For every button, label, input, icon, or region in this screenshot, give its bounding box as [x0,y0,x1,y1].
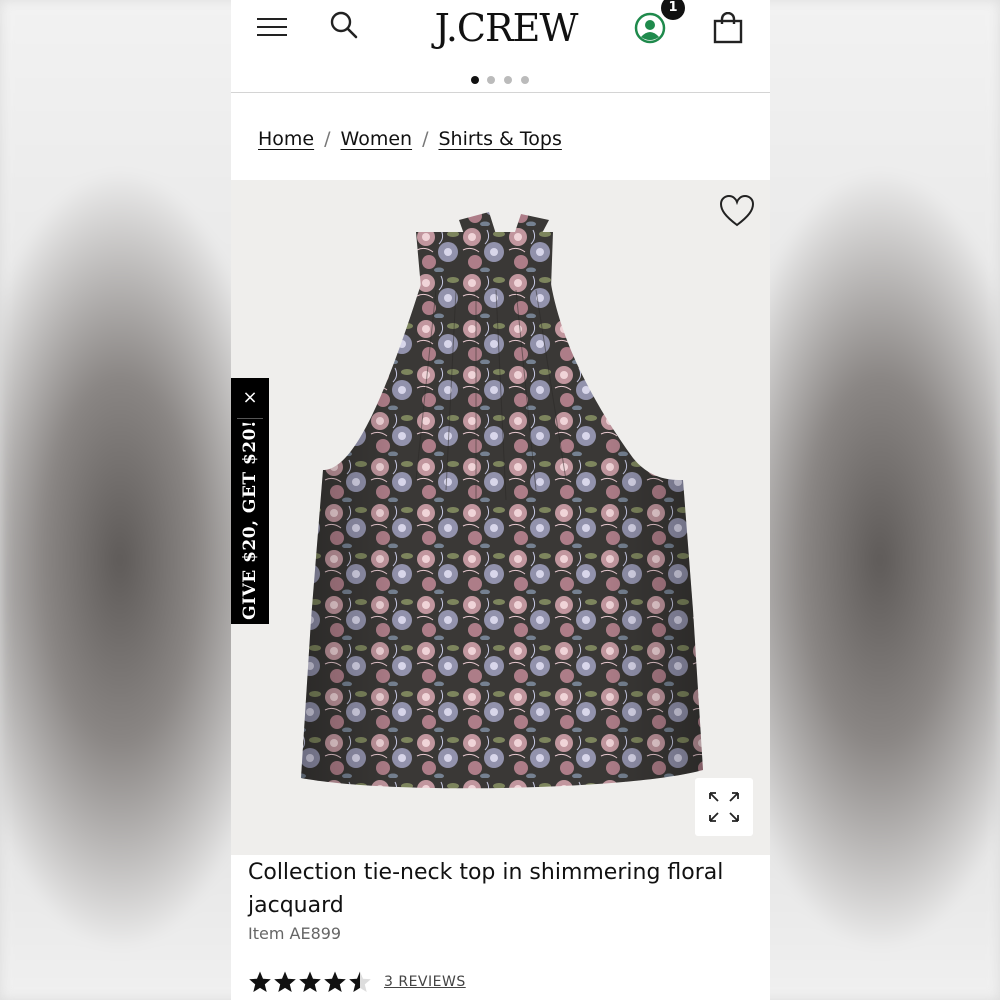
hamburger-menu-icon[interactable] [257,14,289,36]
breadcrumb-separator: / [324,128,331,150]
breadcrumb-women[interactable]: Women [341,128,413,150]
carousel-dot[interactable] [471,76,479,84]
product-rating: 3 REVIEWS [248,968,466,996]
referral-divider [237,418,263,419]
referral-offer-text[interactable]: GIVE $20, GET $20! [240,420,260,620]
expand-arrows-icon [709,792,739,822]
close-icon[interactable]: × [231,378,269,418]
reviews-link[interactable]: 3 REVIEWS [384,974,466,990]
product-image[interactable] [231,180,770,855]
product-item-number: Item AE899 [248,924,342,943]
heart-outline-icon[interactable] [719,194,755,228]
breadcrumb-separator: / [422,128,429,150]
account-icon[interactable] [634,12,666,44]
mobile-page: J.CREW 1 Home / Women / Shirts & Tops × … [231,0,770,1000]
floral-top-illustration [301,212,703,789]
half-star-icon [349,971,371,992]
star-icon [274,971,296,992]
carousel-dot[interactable] [504,76,512,84]
star-rating [248,970,372,994]
shopping-bag-icon[interactable] [713,12,743,44]
account-notification-badge: 1 [661,0,685,20]
product-title: Collection tie-neck top in shimmering fl… [248,860,724,918]
carousel-dot[interactable] [487,76,495,84]
search-icon[interactable] [329,10,359,40]
breadcrumb: Home / Women / Shirts & Tops [258,124,562,154]
star-icon [324,971,346,992]
star-icon [299,971,321,992]
carousel-dots [471,76,531,86]
expand-image-button[interactable] [695,778,753,836]
carousel-dot[interactable] [521,76,529,84]
star-icon [249,971,271,992]
breadcrumb-shirts-tops[interactable]: Shirts & Tops [438,128,561,150]
header-divider [231,92,770,93]
breadcrumb-home[interactable]: Home [258,128,314,150]
brand-logo[interactable]: J.CREW [421,4,591,52]
site-header: J.CREW 1 [231,0,770,68]
referral-side-tab: × GIVE $20, GET $20! [231,378,269,624]
